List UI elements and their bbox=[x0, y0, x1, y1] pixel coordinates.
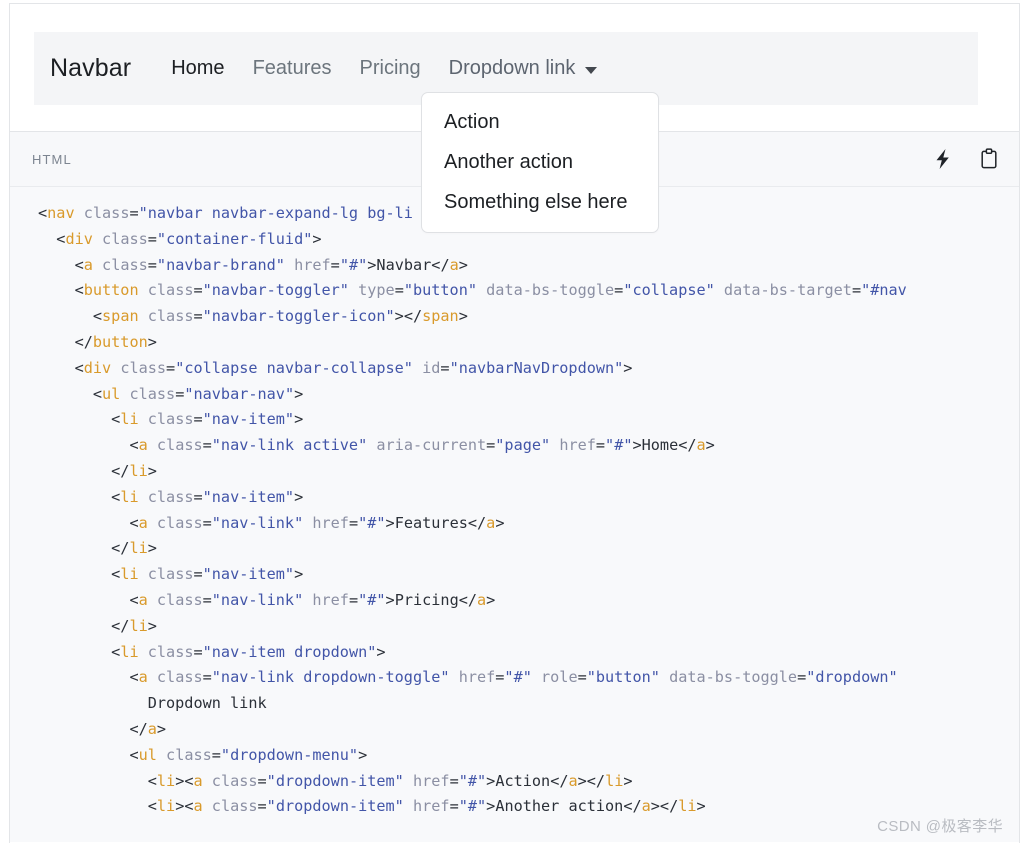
nav-item-features: Features bbox=[239, 57, 346, 80]
code-line: <a class="nav-link active" aria-current=… bbox=[129, 436, 715, 455]
dropdown-menu: Action Another action Something else her… bbox=[421, 92, 659, 233]
toolbar-actions bbox=[931, 147, 1001, 171]
code-line: <a class="nav-link" href="#">Features</a… bbox=[129, 513, 505, 532]
dropdown-item-another-action[interactable]: Another action bbox=[422, 142, 658, 182]
code-line: <li class="nav-item"> bbox=[111, 487, 304, 506]
code-line: <button class="navbar-toggler" type="but… bbox=[74, 281, 907, 300]
code-preview-page: Navbar Home Features Pricing Dropdown li… bbox=[9, 3, 1020, 843]
dropdown-item-action[interactable]: Action bbox=[422, 102, 658, 142]
code-line: <li class="nav-item dropdown"> bbox=[111, 642, 386, 661]
code-line: <div class="collapse navbar-collapse" id… bbox=[74, 358, 633, 377]
lightning-bolt-icon[interactable] bbox=[931, 147, 955, 171]
code-line: <a class="navbar-brand" href="#">Navbar<… bbox=[74, 255, 468, 274]
code-line: <span class="navbar-toggler-icon"></span… bbox=[92, 307, 468, 326]
nav-link-home[interactable]: Home bbox=[157, 57, 238, 80]
navbar-brand[interactable]: Navbar bbox=[50, 54, 131, 83]
nav-link-features[interactable]: Features bbox=[239, 57, 346, 80]
code-line: <li class="nav-item"> bbox=[111, 565, 304, 584]
code-area[interactable]: <nav class="navbar navbar-expand-lg bg-l… bbox=[10, 187, 1019, 842]
chevron-down-icon bbox=[585, 66, 598, 74]
code-line: <li><a class="dropdown-item" href="#">Ac… bbox=[147, 771, 633, 790]
watermark: CSDN @极客李华 bbox=[877, 818, 1003, 835]
nav-link-pricing[interactable]: Pricing bbox=[346, 57, 435, 80]
code-line: Dropdown link bbox=[147, 694, 267, 713]
code-line: <a class="nav-link" href="#">Pricing</a> bbox=[129, 590, 496, 609]
language-label: HTML bbox=[32, 151, 72, 167]
dropdown-toggle-label: Dropdown link bbox=[448, 57, 576, 79]
code-line: <ul class="dropdown-menu"> bbox=[129, 745, 368, 764]
navbar-nav-list: Home Features Pricing Dropdown link bbox=[157, 57, 611, 80]
code-line: <ul class="navbar-nav"> bbox=[92, 384, 304, 403]
code-line: </li> bbox=[111, 539, 157, 558]
dropdown-item-something-else-here[interactable]: Something else here bbox=[422, 182, 658, 222]
code-line: </li> bbox=[111, 616, 157, 635]
code-line: <a class="nav-link dropdown-toggle" href… bbox=[129, 668, 898, 687]
nav-item-pricing: Pricing bbox=[346, 57, 435, 80]
code-line: <nav class="navbar navbar-expand-lg bg-l… bbox=[38, 204, 413, 222]
nav-item-home: Home bbox=[157, 57, 238, 80]
nav-item-dropdown[interactable]: Dropdown link bbox=[435, 57, 612, 80]
code-line: </button> bbox=[74, 332, 157, 351]
code-line: <li><a class="dropdown-item" href="#">An… bbox=[147, 797, 706, 816]
code-line: <li class="nav-item"> bbox=[111, 410, 304, 429]
code-line: </li> bbox=[111, 461, 157, 480]
preview-pane: Navbar Home Features Pricing Dropdown li… bbox=[10, 4, 1019, 233]
code-line: <div class="container-fluid"> bbox=[56, 229, 322, 248]
clipboard-icon[interactable] bbox=[977, 147, 1001, 171]
code-line: </a> bbox=[129, 719, 167, 738]
code-block: <nav class="navbar navbar-expand-lg bg-l… bbox=[10, 201, 1019, 820]
